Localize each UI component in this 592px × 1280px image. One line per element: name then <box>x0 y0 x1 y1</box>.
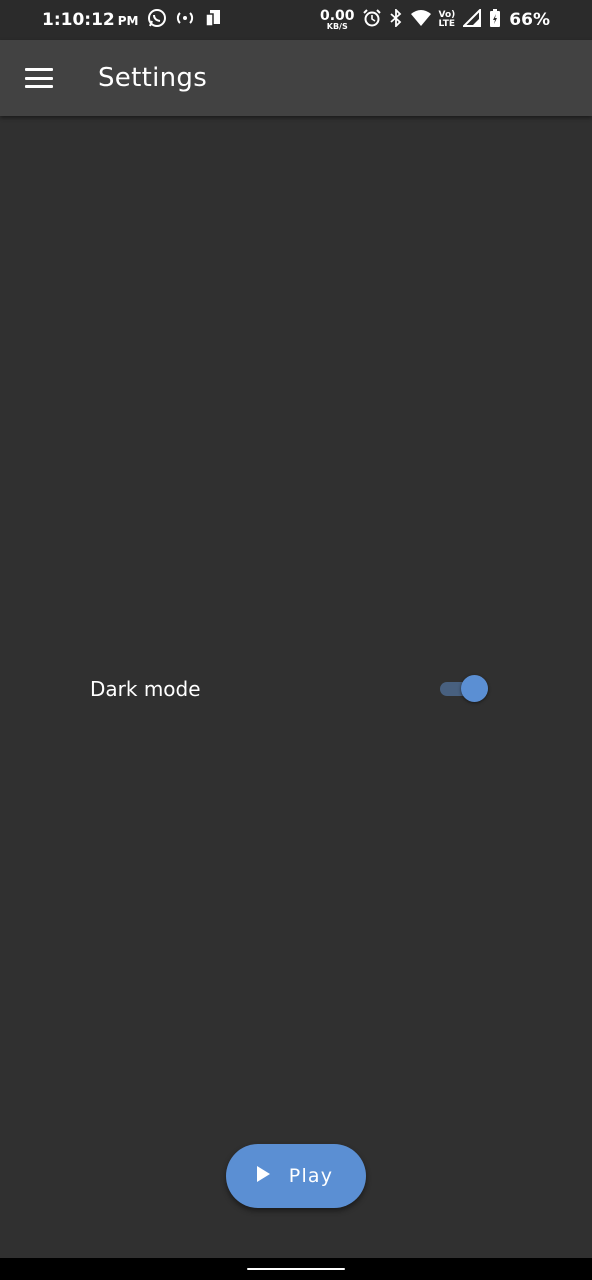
play-icon <box>255 1165 271 1187</box>
menu-line <box>25 68 53 71</box>
home-gesture-handle[interactable] <box>247 1268 345 1270</box>
app-bar: Settings <box>0 40 592 116</box>
device-icon <box>203 8 223 32</box>
dark-mode-setting-row: Dark mode <box>90 670 490 708</box>
battery-percentage: 66% <box>509 10 550 30</box>
play-button[interactable]: Play <box>226 1144 366 1208</box>
network-speed-value: 0.00 <box>319 8 355 24</box>
network-speed-unit: KB/S <box>326 22 348 31</box>
volte-bottom: LTE <box>438 19 456 29</box>
clock: 1:10:12 PM <box>42 10 139 30</box>
status-time: 1:10:12 <box>42 10 115 30</box>
hotspot-icon <box>175 8 195 32</box>
dark-mode-toggle[interactable] <box>440 674 490 704</box>
network-speed: 0.00 KB/S <box>320 9 355 31</box>
page-title: Settings <box>98 63 208 93</box>
signal-icon <box>461 7 482 31</box>
navigation-bar <box>0 1258 592 1280</box>
bluetooth-icon <box>389 7 403 31</box>
battery-icon <box>489 9 501 31</box>
status-bar: 1:10:12 PM 0.00 KB/S Vo) LTE 66% <box>0 0 592 40</box>
alarm-icon <box>362 9 381 31</box>
status-left: 1:10:12 PM <box>42 8 223 32</box>
menu-line <box>25 85 53 88</box>
wifi-icon <box>410 9 431 31</box>
status-right: 0.00 KB/S Vo) LTE 66% <box>320 7 550 31</box>
dark-mode-label: Dark mode <box>90 677 201 701</box>
volte-indicator: Vo) LTE <box>439 11 456 29</box>
menu-line <box>25 76 53 80</box>
whatsapp-icon <box>147 8 167 32</box>
menu-icon[interactable] <box>25 68 53 88</box>
play-label: Play <box>288 1165 334 1187</box>
toggle-thumb <box>461 675 488 702</box>
status-ampm: PM <box>117 14 139 28</box>
